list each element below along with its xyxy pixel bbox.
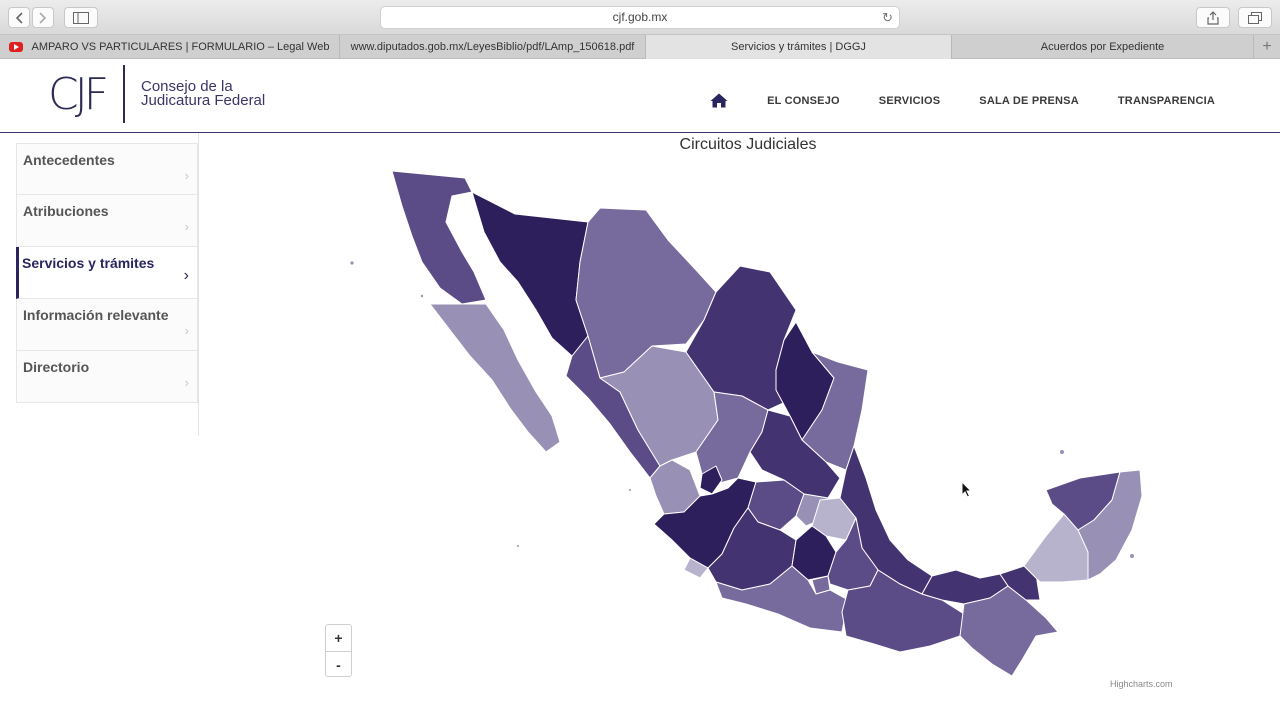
- map-title: Circuitos Judiciales: [679, 136, 817, 153]
- share-button[interactable]: [1196, 7, 1230, 28]
- chevron-right-icon: ›: [183, 267, 189, 284]
- sidebar-item-label: Atribuciones: [23, 203, 109, 219]
- nav-el-consejo[interactable]: EL CONSEJO: [767, 95, 840, 107]
- forward-button[interactable]: [32, 7, 54, 28]
- map-island: [1060, 450, 1064, 454]
- nav-transparencia[interactable]: TRANSPARENCIA: [1118, 95, 1215, 107]
- chevron-right-icon: ›: [184, 323, 189, 338]
- tabs-overview-button[interactable]: [1238, 7, 1272, 28]
- mouse-cursor-icon: [961, 481, 973, 498]
- map-island: [517, 545, 519, 547]
- sidebar-menu: Antecedentes › Atribuciones › Servicios …: [16, 133, 199, 436]
- sidebar-item-label: Antecedentes: [23, 152, 115, 168]
- sidebar-item-directorio[interactable]: Directorio ›: [16, 351, 198, 403]
- tab-diputados[interactable]: www.diputados.gob.mx/LeyesBiblio/pdf/LAm…: [340, 35, 646, 59]
- sidebar-toggle-button[interactable]: [64, 7, 98, 28]
- tab-servicios[interactable]: Servicios y trámites | DGGJ: [646, 35, 952, 59]
- map-region-baja-california-sur[interactable]: [429, 303, 561, 453]
- chevron-right-icon: ›: [184, 375, 189, 390]
- sidebar-item-label: Directorio: [23, 359, 90, 375]
- home-icon[interactable]: [710, 93, 728, 108]
- sidebar-icon: [73, 11, 89, 24]
- chevron-right-icon: ›: [184, 168, 189, 183]
- tab-label: Acuerdos por Expediente: [1040, 41, 1165, 53]
- sidebar-item-servicios-y-tramites[interactable]: Servicios y trámites ›: [16, 247, 198, 299]
- tabs-icon: [1248, 11, 1262, 24]
- logo-line2: Judicatura Federal: [141, 92, 266, 109]
- tab-label: Servicios y trámites | DGGJ: [731, 41, 866, 53]
- mexico-circuits-map[interactable]: [340, 160, 1160, 680]
- sidebar-item-antecedentes[interactable]: Antecedentes ›: [16, 143, 198, 195]
- map-island: [1130, 554, 1134, 558]
- chevron-left-icon: [15, 11, 23, 24]
- map-island: [629, 489, 631, 491]
- main-nav: EL CONSEJO SERVICIOS SALA DE PRENSA TRAN…: [710, 93, 1215, 108]
- youtube-icon: [9, 42, 23, 52]
- tab-label: www.diputados.gob.mx/LeyesBiblio/pdf/LAm…: [350, 41, 635, 53]
- map-island: [350, 261, 354, 265]
- reload-icon[interactable]: ↻: [882, 7, 893, 28]
- tab-amparo[interactable]: AMPARO VS PARTICULARES | FORMULARIO – Le…: [0, 35, 340, 59]
- highcharts-credit[interactable]: Highcharts.com: [1110, 679, 1173, 689]
- url-text: cjf.gob.mx: [612, 10, 668, 24]
- back-button[interactable]: [8, 7, 30, 28]
- map-island: [420, 294, 424, 298]
- cjf-logo[interactable]: CJF: [48, 69, 109, 120]
- tab-acuerdos[interactable]: Acuerdos por Expediente: [952, 35, 1254, 59]
- chevron-right-icon: [39, 11, 47, 24]
- new-tab-button[interactable]: +: [1254, 35, 1280, 58]
- tab-label: AMPARO VS PARTICULARES | FORMULARIO – Le…: [31, 41, 330, 53]
- sidebar-item-label: Servicios y trámites: [22, 255, 155, 271]
- sidebar-item-informacion-relevante[interactable]: Información relevante ›: [16, 299, 198, 351]
- logo-divider: [123, 65, 125, 123]
- map-region-baja-california[interactable]: [391, 170, 487, 305]
- browser-toolbar: cjf.gob.mx ↻: [0, 0, 1280, 35]
- zoom-out-button[interactable]: -: [326, 651, 351, 677]
- sidebar-item-atribuciones[interactable]: Atribuciones ›: [16, 195, 198, 247]
- logo-text[interactable]: Consejo de la Judicatura Federal: [141, 79, 266, 109]
- site-header: CJF Consejo de la Judicatura Federal EL …: [0, 59, 1280, 133]
- sidebar-item-label: Información relevante: [23, 307, 169, 323]
- nav-sala-de-prensa[interactable]: SALA DE PRENSA: [979, 95, 1079, 107]
- zoom-in-button[interactable]: +: [326, 625, 351, 651]
- chevron-right-icon: ›: [184, 219, 189, 234]
- tab-bar: AMPARO VS PARTICULARES | FORMULARIO – Le…: [0, 35, 1280, 59]
- share-icon: [1207, 10, 1219, 25]
- nav-servicios[interactable]: SERVICIOS: [879, 95, 941, 107]
- map-zoom-controls: + -: [325, 624, 352, 677]
- address-bar[interactable]: cjf.gob.mx ↻: [380, 6, 900, 29]
